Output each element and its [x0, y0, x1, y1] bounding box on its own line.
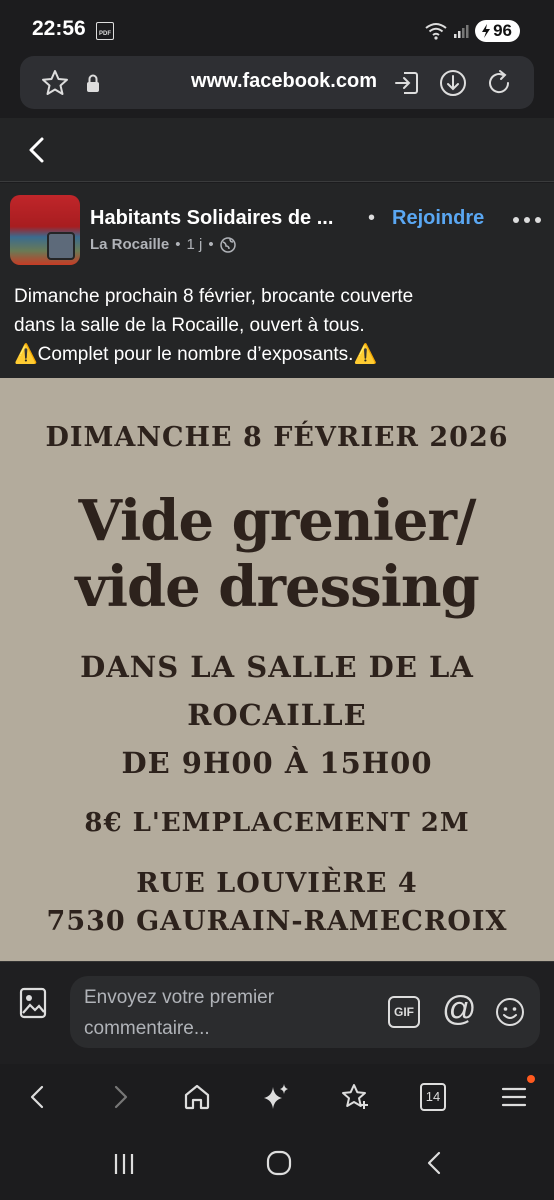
- poster-hours: DE 9H00 À 15H00: [121, 746, 433, 780]
- signal-icon: [454, 25, 469, 38]
- address-bar[interactable]: www.facebook.com: [20, 56, 534, 109]
- pdf-notification-icon: PDF: [96, 22, 114, 40]
- globe-icon: [219, 236, 236, 253]
- system-navigation: [0, 1130, 554, 1200]
- join-button[interactable]: Rejoindre: [392, 207, 484, 230]
- tabs-button[interactable]: 14: [420, 1083, 446, 1111]
- notification-dot: [527, 1075, 535, 1083]
- post-text: Dimanche prochain 8 février, brocante co…: [14, 282, 540, 369]
- author-name[interactable]: La Rocaille: [90, 236, 169, 253]
- post-text-line: dans la salle de la Rocaille, ouvert à t…: [14, 315, 365, 336]
- status-time: 22:56: [32, 17, 86, 40]
- ai-sparkle-icon[interactable]: [260, 1081, 292, 1113]
- back-icon[interactable]: [22, 1081, 54, 1113]
- comment-input[interactable]: Envoyez votre premier commentaire... GIF…: [70, 976, 540, 1048]
- browser-toolbar: 14: [0, 1065, 554, 1130]
- open-in-app-icon[interactable]: [392, 68, 422, 98]
- poster-address-line1: RUE LOUVIÈRE 4: [136, 868, 418, 899]
- more-options-button[interactable]: [512, 201, 542, 232]
- post-card: Habitants Solidaires de ... • Rejoindre …: [0, 183, 554, 961]
- gif-button[interactable]: GIF: [388, 996, 420, 1028]
- post-time[interactable]: 1 j: [186, 236, 202, 253]
- battery-level: 96: [493, 21, 512, 40]
- wifi-icon: [425, 23, 447, 40]
- home-icon[interactable]: [181, 1081, 213, 1113]
- group-name[interactable]: Habitants Solidaires de ...: [90, 207, 333, 230]
- poster-price: 8€ L'EMPLACEMENT 2M: [84, 808, 470, 838]
- facebook-header: [0, 118, 554, 182]
- download-icon[interactable]: [438, 68, 468, 98]
- poster-place-line2: ROCAILLE: [187, 698, 367, 732]
- system-back-icon[interactable]: [420, 1148, 450, 1178]
- refresh-icon[interactable]: [484, 68, 514, 98]
- menu-icon[interactable]: [498, 1081, 530, 1113]
- poster-address-line2: 7530 GAURAIN-RAMECROIX: [46, 906, 508, 937]
- more-dots-icon: [513, 217, 541, 223]
- post-text-line: Dimanche prochain 8 février, brocante co…: [14, 286, 414, 307]
- back-arrow-icon[interactable]: [20, 132, 56, 168]
- home-button-icon[interactable]: [264, 1148, 294, 1178]
- meta-dot: •: [175, 236, 181, 253]
- group-avatar[interactable]: [10, 195, 80, 265]
- post-meta: La Rocaille • 1 j •: [90, 236, 236, 253]
- recent-apps-icon[interactable]: [110, 1150, 138, 1178]
- warning-icon: ⚠️: [353, 344, 378, 365]
- comment-bar: Envoyez votre premier commentaire... GIF…: [0, 961, 554, 1064]
- post-image[interactable]: DIMANCHE 8 FÉVRIER 2026 Vide grenier/ vi…: [0, 378, 554, 961]
- forward-icon[interactable]: [104, 1081, 136, 1113]
- status-bar: 22:56 PDF 96: [0, 0, 554, 56]
- meta-dot: •: [208, 236, 214, 253]
- poster-place-line1: DANS LA SALLE DE LA: [80, 650, 474, 684]
- post-text-line: ⚠️Complet pour le nombre d’exposants.⚠️: [14, 344, 378, 365]
- comment-placeholder: Envoyez votre premier commentaire...: [84, 987, 275, 1039]
- charging-icon: [482, 24, 491, 38]
- poster-date: DIMANCHE 8 FÉVRIER 2026: [45, 422, 509, 453]
- emoji-icon[interactable]: [494, 996, 526, 1028]
- poster-title: Vide grenier/ vide dressing: [75, 488, 480, 620]
- warning-icon: ⚠️: [14, 344, 38, 365]
- separator-dot: •: [368, 207, 376, 229]
- bookmarks-icon[interactable]: [339, 1081, 371, 1113]
- battery-indicator: 96: [475, 20, 520, 42]
- member-avatar: [47, 232, 75, 260]
- mention-button[interactable]: @: [442, 990, 477, 1029]
- status-icons: 96: [425, 20, 520, 42]
- photo-icon[interactable]: [18, 986, 48, 1020]
